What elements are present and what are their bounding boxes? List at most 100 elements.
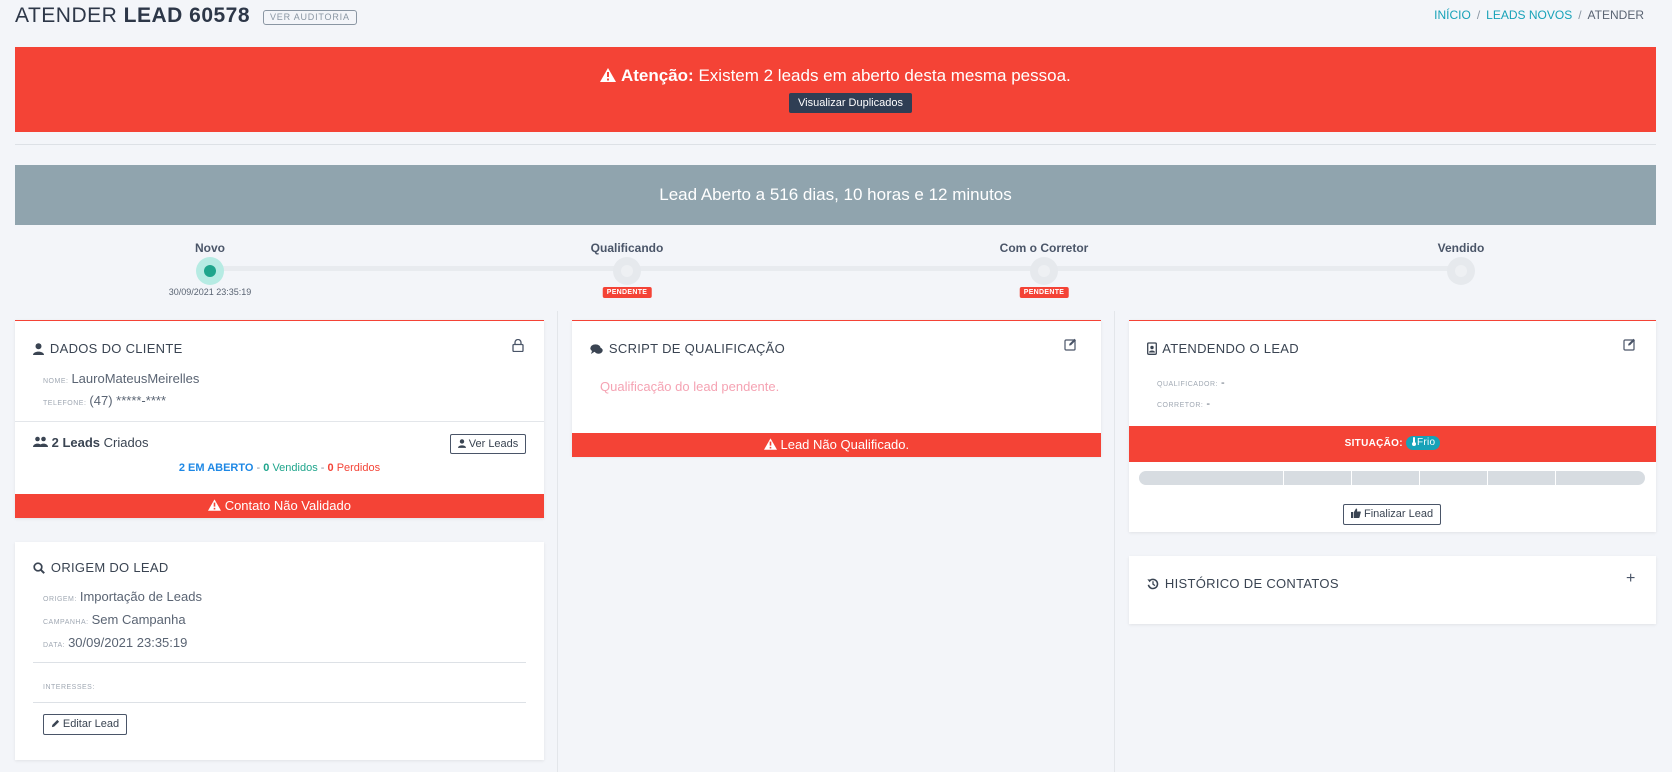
corretor-field: CORRETOR: - bbox=[1157, 394, 1210, 412]
progress-tick bbox=[1283, 471, 1284, 485]
user-icon bbox=[33, 343, 44, 355]
lead-time-banner: Lead Aberto a 516 dias, 10 horas e 12 mi… bbox=[15, 165, 1656, 225]
alert-strong: Atenção: bbox=[620, 66, 694, 85]
duplicate-alert: Atenção: Existem 2 leads em aberto desta… bbox=[15, 47, 1656, 132]
sold-count: 0 bbox=[263, 462, 270, 474]
warning-icon bbox=[763, 438, 777, 450]
ver-leads-button[interactable]: Ver Leads bbox=[450, 434, 526, 454]
history-icon bbox=[1147, 578, 1159, 590]
lost-text: Perdidos bbox=[336, 462, 381, 474]
finalizar-lead-button[interactable]: Finalizar Lead bbox=[1343, 504, 1441, 525]
origem-field: ORIGEM: Importação de Leads bbox=[43, 588, 202, 606]
lock-icon[interactable] bbox=[512, 339, 524, 352]
data-label: DATA: bbox=[43, 642, 66, 649]
progress-bar bbox=[1139, 471, 1645, 485]
step-label-vendido: Vendido bbox=[1437, 241, 1485, 255]
attending-card-title-text: ATENDENDO O LEAD bbox=[1162, 341, 1299, 356]
leads-count: 2 Leads bbox=[51, 435, 101, 450]
client-phone-label: TELEFONE: bbox=[43, 400, 87, 407]
editar-lead-button[interactable]: Editar Lead bbox=[43, 714, 127, 735]
step-dot-vendido[interactable] bbox=[1447, 257, 1475, 285]
leads-suffix: Criados bbox=[103, 435, 149, 450]
client-name-value: LauroMateusMeirelles bbox=[71, 371, 200, 386]
qualificador-value: - bbox=[1220, 377, 1225, 389]
attending-card-title: ATENDENDO O LEAD bbox=[1147, 341, 1299, 356]
data-value: 30/09/2021 23:35:19 bbox=[68, 635, 188, 650]
progress-tick bbox=[1351, 471, 1352, 485]
users-icon bbox=[33, 436, 48, 447]
ver-auditoria-button[interactable]: VER AUDITORIA bbox=[263, 10, 357, 25]
user-icon bbox=[457, 439, 466, 448]
origin-card-title-text: ORIGEM DO LEAD bbox=[50, 560, 169, 575]
page-title-lead: LEAD 60578 bbox=[123, 4, 251, 27]
divider bbox=[15, 421, 544, 422]
id-badge-icon bbox=[1147, 342, 1157, 355]
status-badge: PENDENTE bbox=[602, 287, 652, 298]
leads-summary: 2 EM ABERTO - 0 Vendidos - 0 Perdidos bbox=[15, 462, 544, 474]
situacao-value: Frio bbox=[1416, 437, 1436, 448]
breadcrumb-separator: / bbox=[1578, 8, 1582, 22]
status-badge: PENDENTE bbox=[1019, 287, 1069, 298]
step-label-qualificando: Qualificando bbox=[590, 241, 664, 255]
step-dot-novo[interactable] bbox=[196, 257, 224, 285]
situacao-label: SITUAÇÃO: bbox=[1344, 438, 1403, 449]
page-title: ATENDER LEAD 60578 bbox=[15, 4, 250, 28]
script-card: SCRIPT DE QUALIFICAÇÃO Qualificação do l… bbox=[572, 320, 1101, 457]
comments-icon bbox=[590, 344, 603, 354]
origin-card-title: ORIGEM DO LEAD bbox=[33, 560, 169, 575]
step-dot-qualificando[interactable] bbox=[613, 257, 641, 285]
lead-not-qualified-text: Lead Não Qualificado. bbox=[780, 437, 910, 452]
qualificador-label: QUALIFICADOR: bbox=[1157, 381, 1218, 388]
situacao-badge: Frio bbox=[1405, 436, 1441, 450]
contact-not-validated-text: Contato Não Validado bbox=[224, 498, 351, 513]
search-icon bbox=[33, 562, 45, 574]
leads-created: 2 Leads Criados bbox=[33, 435, 148, 450]
client-name-field: NOME: LauroMateusMeirelles bbox=[43, 370, 199, 388]
breadcrumb-home[interactable]: INÍCIO bbox=[1434, 8, 1471, 22]
corretor-value: - bbox=[1206, 398, 1211, 410]
campanha-field: CAMPANHA: Sem Campanha bbox=[43, 611, 186, 629]
stepper-track bbox=[210, 266, 1462, 271]
finalizar-lead-label: Finalizar Lead bbox=[1363, 508, 1434, 520]
progress-tick bbox=[1487, 471, 1488, 485]
page-title-prefix: ATENDER bbox=[15, 4, 118, 27]
client-card: DADOS DO CLIENTE NOME: LauroMateusMeirell… bbox=[15, 320, 544, 518]
progress-tick bbox=[1555, 471, 1556, 485]
breadcrumb: INÍCIO / LEADS NOVOS / ATENDER bbox=[1434, 8, 1644, 22]
campanha-label: CAMPANHA: bbox=[43, 619, 89, 626]
campanha-value: Sem Campanha bbox=[91, 612, 186, 627]
script-card-title: SCRIPT DE QUALIFICAÇÃO bbox=[590, 341, 785, 356]
step-date-novo: 30/09/2021 23:35:19 bbox=[168, 287, 252, 297]
editar-lead-label: Editar Lead bbox=[62, 718, 120, 730]
history-card-title-text: HISTÓRICO DE CONTATOS bbox=[1164, 576, 1339, 591]
breadcrumb-leads-novos[interactable]: LEADS NOVOS bbox=[1486, 8, 1572, 22]
client-phone-value: (47) *****-**** bbox=[89, 393, 166, 408]
client-name-label: NOME: bbox=[43, 378, 69, 385]
column-divider bbox=[1114, 311, 1115, 772]
sold-text: Vendidos bbox=[272, 462, 318, 474]
qualificador-field: QUALIFICADOR: - bbox=[1157, 373, 1225, 391]
contact-not-validated-bar: Contato Não Validado bbox=[15, 494, 544, 518]
origin-card: ORIGEM DO LEAD ORIGEM: Importação de Lead… bbox=[15, 542, 544, 760]
situacao-bar: SITUAÇÃO: Frio bbox=[1129, 426, 1656, 462]
step-label-com-o-corretor: Com o Corretor bbox=[999, 241, 1089, 255]
edit-icon[interactable] bbox=[1064, 338, 1077, 351]
lead-not-qualified-bar: Lead Não Qualificado. bbox=[572, 433, 1101, 457]
client-phone-field: TELEFONE: (47) *****-**** bbox=[43, 392, 166, 410]
origem-label: ORIGEM: bbox=[43, 596, 77, 603]
corretor-label: CORRETOR: bbox=[1157, 402, 1204, 409]
warning-icon bbox=[208, 499, 222, 511]
thumbs-up-icon bbox=[1350, 508, 1361, 518]
lost-count: 0 bbox=[327, 462, 334, 474]
edit-icon[interactable] bbox=[1623, 338, 1636, 351]
history-card: HISTÓRICO DE CONTATOS + bbox=[1129, 556, 1656, 624]
qualification-pending-text: Qualificação do lead pendente. bbox=[600, 379, 780, 394]
step-dot-com-o-corretor[interactable] bbox=[1030, 257, 1058, 285]
breadcrumb-current: ATENDER bbox=[1587, 8, 1644, 22]
script-card-title-text: SCRIPT DE QUALIFICAÇÃO bbox=[608, 341, 786, 356]
visualizar-duplicados-button[interactable]: Visualizar Duplicados bbox=[789, 93, 912, 113]
add-contact-button[interactable]: + bbox=[1626, 570, 1635, 588]
breadcrumb-separator: / bbox=[1476, 8, 1481, 22]
divider bbox=[33, 662, 526, 663]
origem-value: Importação de Leads bbox=[79, 589, 202, 604]
